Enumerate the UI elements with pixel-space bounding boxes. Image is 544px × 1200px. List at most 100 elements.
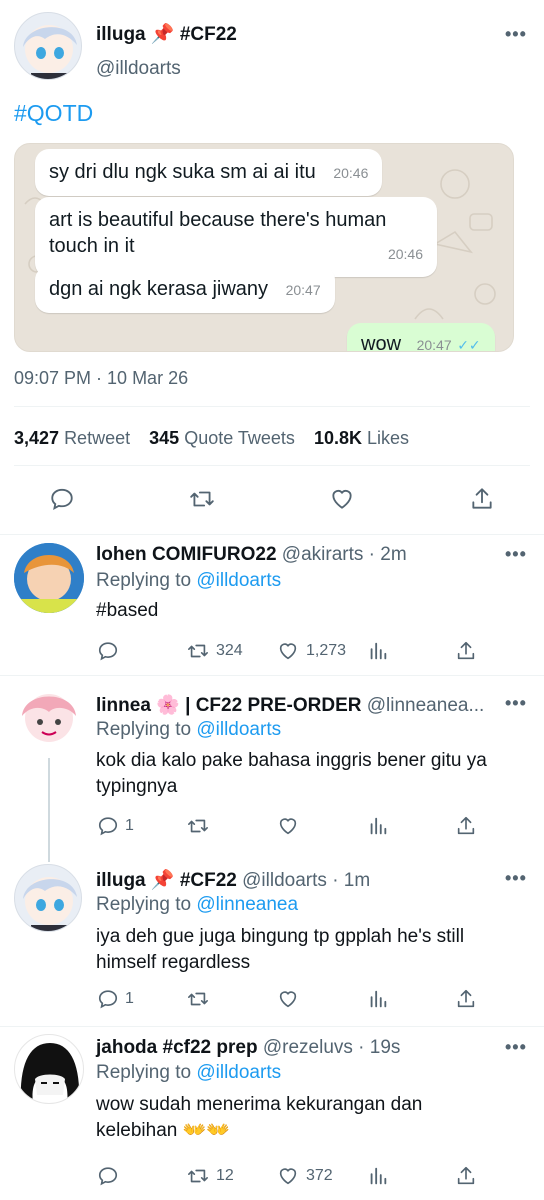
- reply-count: 1: [125, 990, 134, 1007]
- retweet-button[interactable]: [188, 486, 216, 512]
- replying-to-handle[interactable]: @illdoarts: [196, 1062, 281, 1083]
- reply-button[interactable]: 1: [97, 815, 134, 837]
- like-button[interactable]: 1,273: [276, 640, 346, 662]
- tweet-timestamp[interactable]: 09:07 PM · 10 Mar 26: [14, 368, 188, 389]
- retweet-button[interactable]: [186, 815, 210, 837]
- author-name[interactable]: illuga 📌 #CF22: [96, 22, 237, 46]
- share-icon: [457, 989, 475, 1008]
- reply-header: lohen COMIFURO22 @akirarts · 2m: [96, 544, 407, 566]
- reply-text[interactable]: #based: [96, 598, 158, 624]
- analytics-icon: [370, 990, 387, 1008]
- heart-icon: [279, 818, 297, 835]
- like-button[interactable]: [276, 988, 300, 1010]
- retweet-button[interactable]: 12: [186, 1165, 234, 1187]
- read-ticks-icon: ✓✓: [457, 337, 481, 352]
- reply-time[interactable]: · 1m: [332, 870, 370, 891]
- author-handle[interactable]: @illdoarts: [242, 870, 327, 891]
- share-icon: [457, 641, 475, 660]
- replying-to: Replying to @linneanea: [96, 894, 298, 916]
- retweets-count[interactable]: 3,427: [14, 428, 59, 448]
- chat-bubble-outgoing: wow 20:47 ✓✓: [347, 323, 495, 352]
- chat-message-text: dgn ai ngk kerasa jiwany: [49, 278, 269, 300]
- quotes-count[interactable]: 345: [149, 428, 179, 448]
- share-button[interactable]: [455, 815, 477, 837]
- reply-button[interactable]: [97, 640, 125, 662]
- heart-icon: [279, 643, 297, 660]
- more-options-icon[interactable]: •••: [505, 868, 527, 889]
- quotes-label[interactable]: Quote Tweets: [184, 428, 295, 448]
- share-button[interactable]: [455, 640, 477, 662]
- more-options-icon[interactable]: •••: [505, 24, 527, 45]
- author-name[interactable]: linnea 🌸 | CF22 PRE-ORDER: [96, 695, 361, 716]
- retweet-button[interactable]: 324: [186, 640, 243, 662]
- reply-button[interactable]: [97, 1165, 119, 1187]
- likes-label[interactable]: Likes: [367, 428, 409, 448]
- tweet-stats: 3,427 Retweet 345 Quote Tweets 10.8K Lik…: [14, 428, 409, 449]
- author-name[interactable]: lohen COMIFURO22: [96, 544, 277, 565]
- avatar[interactable]: [14, 1034, 84, 1104]
- avatar[interactable]: [14, 12, 82, 80]
- more-options-icon[interactable]: •••: [505, 1037, 527, 1058]
- likes-count[interactable]: 10.8K: [314, 428, 362, 448]
- analytics-button[interactable]: [367, 815, 389, 837]
- replying-label: Replying to: [96, 719, 192, 740]
- share-icon: [457, 1166, 475, 1185]
- author-name[interactable]: jahoda #cf22 prep: [96, 1037, 258, 1058]
- like-button[interactable]: [328, 486, 356, 512]
- heart-icon: [279, 991, 297, 1008]
- reply-text: wow sudah menerima kekurangan dan kelebi…: [96, 1094, 423, 1141]
- share-button[interactable]: [455, 1165, 477, 1187]
- tweet-hashtag[interactable]: #QOTD: [14, 100, 93, 127]
- retweets-label[interactable]: Retweet: [64, 428, 130, 448]
- like-count: 1,273: [306, 642, 347, 659]
- analytics-button[interactable]: [367, 1165, 389, 1187]
- chat-bubble-incoming: art is beautiful because there's human t…: [35, 197, 437, 277]
- retweet-button[interactable]: [186, 988, 210, 1010]
- author-handle[interactable]: @akirarts: [282, 544, 364, 565]
- replying-to: Replying to @illdoarts: [96, 1062, 281, 1084]
- analytics-icon: [370, 1167, 387, 1185]
- comment-icon: [98, 990, 118, 1009]
- like-button[interactable]: 372: [276, 1165, 333, 1187]
- heart-icon: [279, 1168, 297, 1185]
- avatar[interactable]: [14, 684, 84, 754]
- share-icon: [472, 488, 492, 509]
- share-button[interactable]: [455, 988, 477, 1010]
- divider: [14, 465, 530, 466]
- avatar[interactable]: [14, 864, 82, 932]
- analytics-icon: [370, 817, 387, 835]
- avatar[interactable]: [14, 543, 84, 613]
- retweet-icon: [188, 1169, 208, 1183]
- reply-button[interactable]: 1: [97, 988, 134, 1010]
- attached-image[interactable]: sy dri dlu ngk suka sm ai ai itu 20:46 a…: [14, 143, 514, 352]
- replying-to-handle[interactable]: @linneanea: [196, 894, 298, 915]
- replying-to-handle[interactable]: @illdoarts: [196, 719, 281, 740]
- divider: [0, 1026, 544, 1027]
- replying-label: Replying to: [96, 894, 192, 915]
- author-handle[interactable]: @rezeluvs: [263, 1037, 353, 1058]
- replying-to: Replying to @illdoarts: [96, 570, 281, 592]
- like-button[interactable]: [276, 815, 300, 837]
- reply-header: linnea 🌸 | CF22 PRE-ORDER @linneanea...: [96, 693, 484, 717]
- divider: [0, 675, 544, 676]
- comment-icon: [98, 817, 118, 836]
- share-button[interactable]: [469, 486, 495, 512]
- reply-button[interactable]: [49, 486, 75, 512]
- author-handle[interactable]: @illdoarts: [96, 58, 181, 80]
- replying-to-handle[interactable]: @illdoarts: [196, 570, 281, 591]
- analytics-button[interactable]: [367, 640, 389, 662]
- chat-bubble-incoming: sy dri dlu ngk suka sm ai ai itu 20:46: [35, 149, 383, 196]
- analytics-icon: [370, 642, 387, 660]
- more-options-icon[interactable]: •••: [505, 544, 527, 565]
- author-handle[interactable]: @linneanea...: [367, 695, 485, 716]
- chat-message-time: 20:47: [416, 337, 452, 352]
- reply-time[interactable]: · 19s: [358, 1037, 400, 1058]
- comment-icon: [98, 642, 118, 661]
- author-name[interactable]: illuga 📌 #CF22: [96, 870, 237, 891]
- reply-time[interactable]: · 2m: [369, 544, 407, 565]
- comment-icon: [98, 1167, 118, 1186]
- chat-message-time: 20:47: [285, 282, 321, 298]
- more-options-icon[interactable]: •••: [505, 693, 527, 714]
- analytics-button[interactable]: [367, 988, 389, 1010]
- retweet-count: 12: [216, 1167, 234, 1184]
